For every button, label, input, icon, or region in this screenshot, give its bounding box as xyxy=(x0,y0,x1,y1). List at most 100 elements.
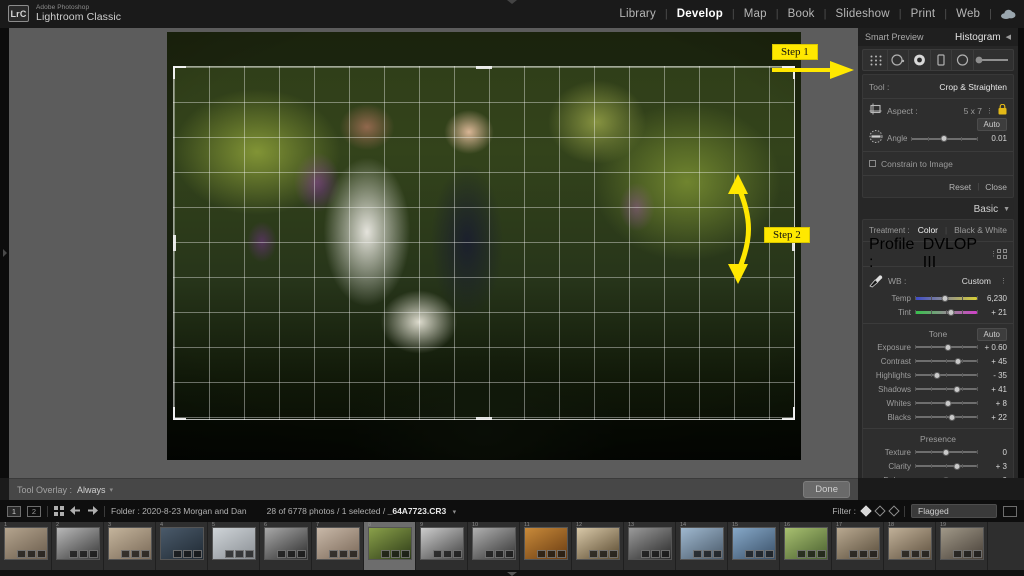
crop-handle-bottom-left[interactable] xyxy=(173,407,186,420)
tool-overlay-value[interactable]: Always xyxy=(77,485,106,495)
filmstrip-thumbnail[interactable]: 6 xyxy=(260,522,312,570)
crop-badge-icon[interactable] xyxy=(277,550,286,558)
crop-handle-top-middle[interactable] xyxy=(476,66,492,69)
filter-lock-icon[interactable] xyxy=(1003,505,1017,517)
back-arrow-icon[interactable] xyxy=(70,502,81,520)
flag-picked-icon[interactable] xyxy=(860,505,872,517)
slider-track-whites[interactable] xyxy=(915,399,978,408)
filmstrip-thumbnail[interactable]: 12 xyxy=(572,522,624,570)
crop-handle-bottom-right[interactable] xyxy=(782,407,795,420)
develop-badge-icon[interactable] xyxy=(183,550,192,558)
module-develop[interactable]: Develop xyxy=(668,8,732,20)
filmstrip-thumbnail[interactable]: 16 xyxy=(780,522,832,570)
slider-track-tint[interactable] xyxy=(915,308,978,317)
tone-auto-button[interactable]: Auto xyxy=(976,328,1007,341)
crop-auto-button[interactable]: Auto xyxy=(976,118,1007,131)
crop-badge-icon[interactable] xyxy=(745,550,754,558)
metadata-badge-icon[interactable] xyxy=(661,550,670,558)
basic-panel-header[interactable]: Basic ▼ xyxy=(862,202,1014,216)
metadata-badge-icon[interactable] xyxy=(557,550,566,558)
crop-badge-icon[interactable] xyxy=(849,550,858,558)
aspect-chevron-icon[interactable]: ⋮ xyxy=(986,107,993,115)
profile-chevron-icon[interactable]: ⋮ xyxy=(990,250,997,258)
filename-chevron-icon[interactable]: ▾ xyxy=(453,509,457,516)
metadata-badge-icon[interactable] xyxy=(245,550,254,558)
metadata-badge-icon[interactable] xyxy=(37,550,46,558)
screen-1-button[interactable]: 1 xyxy=(7,505,21,517)
angle-dial-icon[interactable] xyxy=(869,129,883,148)
profile-browser-icon[interactable] xyxy=(997,249,1007,259)
screen-2-button[interactable]: 2 xyxy=(27,505,41,517)
crop-aspect-value[interactable]: 5 x 7 xyxy=(964,106,982,116)
filmstrip-thumbnail[interactable]: 3 xyxy=(104,522,156,570)
filmstrip-thumbnail[interactable]: 15 xyxy=(728,522,780,570)
develop-badge-icon[interactable] xyxy=(755,550,764,558)
filmstrip-thumbnail[interactable]: 18 xyxy=(884,522,936,570)
metadata-badge-icon[interactable] xyxy=(505,550,514,558)
filmstrip-thumbnail[interactable]: 7 xyxy=(312,522,364,570)
slider-track-temp[interactable] xyxy=(915,294,978,303)
metadata-badge-icon[interactable] xyxy=(297,550,306,558)
crop-handle-top-left[interactable] xyxy=(173,66,186,79)
module-web[interactable]: Web xyxy=(947,8,989,20)
crop-badge-icon[interactable] xyxy=(485,550,494,558)
develop-badge-icon[interactable] xyxy=(443,550,452,558)
slider-track-exposure[interactable] xyxy=(915,343,978,352)
masking-rect-icon[interactable] xyxy=(931,50,953,70)
filmstrip-thumbnail[interactable]: 19 xyxy=(936,522,988,570)
spot-removal-icon[interactable] xyxy=(888,50,910,70)
crop-reset-button[interactable]: Reset xyxy=(949,182,971,192)
slider-knob-temp[interactable] xyxy=(941,294,949,302)
crop-badge-icon[interactable] xyxy=(433,550,442,558)
slider-knob-contrast[interactable] xyxy=(954,357,962,365)
filmstrip-thumbnail[interactable]: 11 xyxy=(520,522,572,570)
develop-badge-icon[interactable] xyxy=(235,550,244,558)
filter-preset-select[interactable]: Flagged xyxy=(911,504,997,518)
wb-value[interactable]: Custom xyxy=(962,276,991,286)
filmstrip-thumbnail[interactable]: 4 xyxy=(156,522,208,570)
slider-knob-dehaze[interactable] xyxy=(942,476,950,478)
padlock-closed-icon[interactable] xyxy=(998,102,1007,120)
constrain-row[interactable]: Constrain to Image xyxy=(869,156,1007,171)
metadata-badge-icon[interactable] xyxy=(349,550,358,558)
crop-tool-value[interactable]: Crop & Straighten xyxy=(939,82,1007,92)
crop-badge-icon[interactable] xyxy=(901,550,910,558)
metadata-badge-icon[interactable] xyxy=(401,550,410,558)
slider-track-blacks[interactable] xyxy=(915,413,978,422)
red-eye-icon[interactable] xyxy=(909,50,931,70)
develop-badge-icon[interactable] xyxy=(131,550,140,558)
flag-unflagged-icon[interactable] xyxy=(874,505,886,517)
crop-badge-icon[interactable] xyxy=(641,550,650,558)
crop-badge-icon[interactable] xyxy=(953,550,962,558)
crop-badge-icon[interactable] xyxy=(173,550,182,558)
crop-badge-icon[interactable] xyxy=(329,550,338,558)
folder-label[interactable]: Folder : 2020-8-23 Morgan and Dan xyxy=(111,506,247,516)
crop-badge-icon[interactable] xyxy=(693,550,702,558)
metadata-badge-icon[interactable] xyxy=(141,550,150,558)
metadata-badge-icon[interactable] xyxy=(869,550,878,558)
filmstrip-thumbnail[interactable]: 9 xyxy=(416,522,468,570)
expand-left-panel-icon[interactable] xyxy=(2,249,7,257)
slider-knob-shadows[interactable] xyxy=(953,385,961,393)
filmstrip-thumbnail[interactable]: 1 xyxy=(0,522,52,570)
flag-rejected-icon[interactable] xyxy=(888,505,900,517)
develop-badge-icon[interactable] xyxy=(339,550,348,558)
slider-knob-exposure[interactable] xyxy=(944,343,952,351)
metadata-badge-icon[interactable] xyxy=(193,550,202,558)
filmstrip-thumbnail[interactable]: 14 xyxy=(676,522,728,570)
wb-chevron-icon[interactable]: ⋮ xyxy=(1000,277,1007,285)
metadata-badge-icon[interactable] xyxy=(765,550,774,558)
crop-overlay-icon[interactable] xyxy=(866,50,888,70)
slider-track-highlights[interactable] xyxy=(915,371,978,380)
tool-overlay-chevron-icon[interactable]: ▾ xyxy=(110,486,114,494)
crop-badge-icon[interactable] xyxy=(381,550,390,558)
metadata-badge-icon[interactable] xyxy=(973,550,982,558)
metadata-badge-icon[interactable] xyxy=(609,550,618,558)
crop-badge-icon[interactable] xyxy=(69,550,78,558)
slider-knob-blacks[interactable] xyxy=(948,413,956,421)
crop-frame-icon[interactable] xyxy=(869,102,882,120)
develop-badge-icon[interactable] xyxy=(391,550,400,558)
crop-badge-icon[interactable] xyxy=(17,550,26,558)
develop-badge-icon[interactable] xyxy=(495,550,504,558)
filmstrip-thumbnail[interactable]: 2 xyxy=(52,522,104,570)
